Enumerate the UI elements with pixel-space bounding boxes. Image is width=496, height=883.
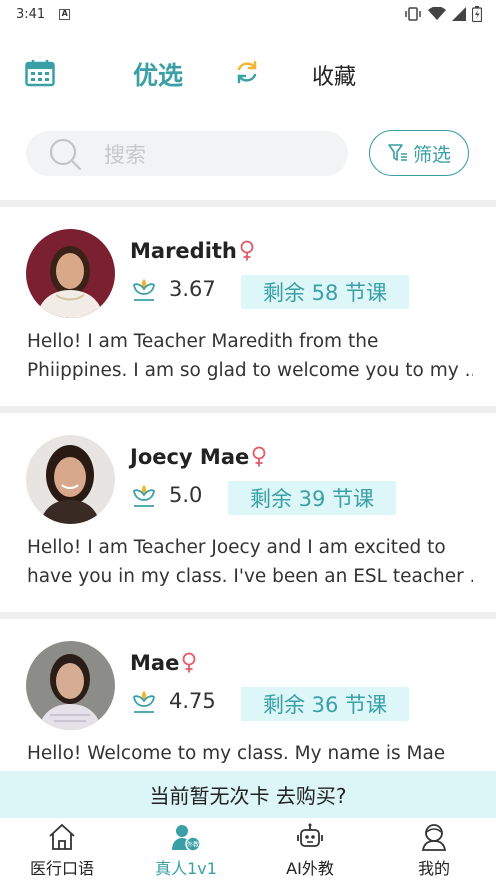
search-placeholder: 搜索: [104, 142, 146, 167]
teacher-card[interactable]: Maredith 3.67 剩余 58 节课 Hello! I am Teach…: [0, 207, 496, 407]
search-input[interactable]: 搜索: [26, 131, 348, 176]
wifi-icon: [428, 7, 446, 20]
teacher-name-row: Mae: [130, 651, 197, 675]
teacher-card[interactable]: Joecy Mae 5.0 剩余 39 节课 Hello! I am Teach…: [0, 413, 496, 613]
flower-icon: [133, 691, 155, 713]
female-icon: [252, 446, 266, 467]
rating-value: 3.67: [169, 277, 216, 301]
nav-item-teacher[interactable]: 外教 真人1v1: [124, 818, 248, 883]
signal-icon: [452, 7, 466, 21]
nav-item-ai[interactable]: AI外教: [248, 818, 372, 883]
teacher-description: Hello! I am Teacher Joecy and I am excit…: [27, 533, 473, 591]
avatar: [26, 435, 115, 524]
teacher-description: Hello! Welcome to my class. My name is M…: [27, 739, 473, 768]
nav-label: 我的: [417, 859, 450, 878]
description-line: Hello! Welcome to my class. My name is M…: [27, 743, 446, 764]
vibrate-icon: [405, 7, 421, 21]
top-nav: 优选 收藏: [0, 44, 496, 104]
teacher-name: Joecy Mae: [130, 445, 250, 469]
search-icon: [49, 138, 82, 170]
divider: [0, 200, 496, 207]
rating-value: 4.75: [169, 689, 216, 713]
home-icon: [49, 823, 75, 850]
nav-label: 真人1v1: [155, 859, 217, 878]
flower-icon: [133, 485, 155, 507]
notification-a-icon: A: [59, 8, 71, 20]
filter-button[interactable]: 筛选: [369, 130, 469, 176]
avatar: [26, 229, 115, 318]
status-time: 3:41: [16, 6, 46, 22]
bottom-nav: 医行口语 外教 真人1v1 AI外教 我的: [0, 818, 496, 883]
description-line: Hello! I am Teacher Joecy and I am excit…: [27, 537, 446, 558]
rating-value: 5.0: [169, 483, 203, 507]
remaining-lessons-badge: 剩余 36 节课: [241, 687, 409, 721]
divider: [0, 406, 496, 413]
status-bar: 3:41 A: [0, 0, 496, 28]
refresh-icon[interactable]: [234, 59, 260, 85]
female-icon: [240, 240, 254, 261]
calendar-icon[interactable]: [25, 59, 55, 87]
filter-icon: [388, 144, 407, 161]
buy-card-banner[interactable]: 当前暂无次卡 去购买?: [0, 771, 496, 818]
teacher-name-row: Maredith: [130, 239, 255, 263]
remaining-lessons-badge: 剩余 58 节课: [241, 275, 409, 309]
rating-row: 4.75: [130, 687, 216, 715]
filter-label: 筛选: [412, 143, 451, 166]
description-line: Hello! I am Teacher Maredith from the: [27, 331, 379, 352]
female-icon: [182, 652, 196, 673]
description-line: have you in my class. I've been an ESL t…: [27, 566, 473, 587]
status-icons: [404, 6, 482, 22]
avatar: [26, 641, 115, 730]
rating-row: 5.0: [130, 481, 202, 509]
teacher-icon-badge: 外教: [187, 841, 199, 849]
flower-icon: [133, 279, 155, 301]
remaining-lessons-badge: 剩余 39 节课: [228, 481, 396, 515]
teacher-description: Hello! I am Teacher Maredith from the Ph…: [27, 327, 473, 385]
nav-label: 医行口语: [29, 859, 94, 878]
description-line: Phiippines. I am so glad to welcome you …: [27, 360, 473, 381]
nav-item-home[interactable]: 医行口语: [0, 818, 124, 883]
nav-label: AI外教: [286, 859, 334, 878]
teacher-name: Maredith: [130, 239, 237, 263]
nav-item-profile[interactable]: 我的: [372, 818, 496, 883]
teacher-name: Mae: [130, 651, 180, 675]
tab-youxuan[interactable]: 优选: [133, 56, 183, 92]
battery-icon: [472, 6, 482, 22]
rating-row: 3.67: [130, 275, 216, 303]
teacher-icon: 外教: [172, 825, 201, 852]
divider: [0, 612, 496, 619]
tab-shoucang[interactable]: 收藏: [312, 59, 356, 91]
teacher-name-row: Joecy Mae: [130, 445, 267, 469]
robot-icon: [297, 823, 323, 847]
profile-icon: [421, 824, 447, 851]
